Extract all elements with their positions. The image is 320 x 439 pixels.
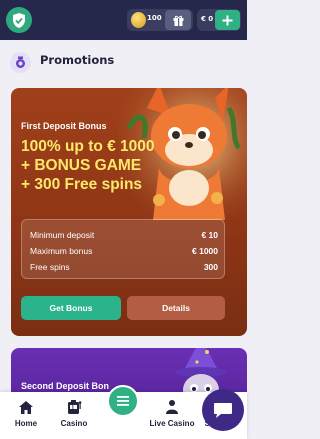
logo-shield-icon[interactable] bbox=[6, 7, 32, 33]
gift-icon bbox=[173, 15, 183, 26]
deposit-button[interactable] bbox=[215, 10, 240, 30]
headline-line-2: + BONUS GAME bbox=[21, 157, 142, 174]
first-deposit-bonus-card: First Deposit Bonus 100% up to € 1000 + … bbox=[11, 88, 247, 336]
home-icon bbox=[18, 398, 34, 416]
detail-label: Free spins bbox=[30, 262, 70, 272]
nav-label-casino: Casino bbox=[60, 419, 88, 428]
detail-value: € 10 bbox=[201, 230, 218, 240]
nav-label-live-casino: Live Casino bbox=[149, 419, 195, 428]
bonus-details-box: Minimum deposit € 10 Maximum bonus € 100… bbox=[21, 219, 225, 279]
detail-value: 300 bbox=[203, 262, 218, 272]
detail-label: Maximum bonus bbox=[30, 246, 93, 256]
menu-button[interactable] bbox=[107, 385, 139, 417]
coins-widget[interactable]: 100 bbox=[127, 9, 193, 31]
gift-button[interactable] bbox=[165, 10, 191, 30]
nav-item-casino[interactable]: Casino bbox=[52, 394, 96, 434]
promo-subtitle: First Deposit Bonus bbox=[21, 121, 107, 131]
coin-count: 100 bbox=[147, 14, 162, 22]
detail-row: Minimum deposit € 10 bbox=[30, 230, 218, 240]
detail-row: Free spins 300 bbox=[30, 262, 218, 272]
promo-2-subtitle: Second Deposit Bon bbox=[21, 381, 110, 391]
headline-line-1: 100% up to € 1000 bbox=[21, 138, 155, 155]
dealer-icon bbox=[164, 398, 180, 416]
details-button[interactable]: Details bbox=[127, 296, 225, 320]
coin-icon bbox=[131, 12, 146, 28]
top-header: 100 € 0 bbox=[0, 0, 247, 40]
plus-icon bbox=[222, 15, 233, 25]
chat-button[interactable] bbox=[202, 389, 244, 431]
detail-label: Minimum deposit bbox=[30, 230, 95, 240]
nav-label-home: Home bbox=[14, 419, 38, 428]
balance-amount: € 0 bbox=[201, 15, 214, 23]
balance-widget[interactable]: € 0 bbox=[197, 9, 241, 31]
menu-icon bbox=[117, 396, 129, 406]
detail-row: Maximum bonus € 1000 bbox=[30, 246, 218, 256]
page-title: Promotions bbox=[40, 53, 115, 67]
get-bonus-button[interactable]: Get Bonus bbox=[21, 296, 121, 320]
headline-line-3: + 300 Free spins bbox=[21, 176, 143, 193]
nav-item-live-casino[interactable]: Live Casino bbox=[150, 394, 194, 434]
slot-machine-icon bbox=[66, 398, 82, 416]
promo-headline: 100% up to € 1000 + BONUS GAME + 300 Fre… bbox=[21, 137, 155, 194]
promotions-icon bbox=[10, 52, 31, 73]
detail-value: € 1000 bbox=[192, 246, 218, 256]
chat-icon bbox=[214, 403, 232, 418]
nav-item-home[interactable]: Home bbox=[4, 394, 48, 434]
